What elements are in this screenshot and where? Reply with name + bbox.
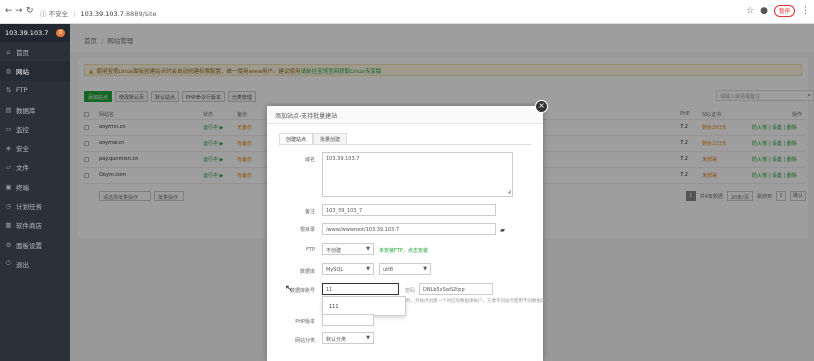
database-icon: ▤ (5, 105, 12, 114)
gear-icon: ⚙ (5, 240, 12, 249)
logout-icon: ⏻ (5, 259, 12, 268)
clock-icon: ◷ (5, 202, 12, 211)
server-header: 103.39.103.7 0 (0, 24, 70, 42)
root-dir-input[interactable]: /www/wwwroot/103.39.103.7 (322, 223, 496, 235)
sidebar-item-cron[interactable]: ◷ 计划任务 (0, 196, 70, 215)
close-icon[interactable]: × (535, 100, 548, 113)
sidebar-item-logout[interactable]: ⏻ 退出 (0, 254, 70, 273)
sidebar: 103.39.103.7 0 ⌂ 首页 ◍ 网站 ⇅ FTP ▤ 数据库 ▭ 监控 ◈ 安全… (0, 24, 70, 361)
browser-chrome: ← → ↻ ⓘ 不安全 | 103.39.103.7:8889/site ☆ ●… (0, 0, 814, 24)
resize-grip-icon[interactable]: ◢ (507, 189, 511, 195)
menu-icon[interactable]: ⋮ (801, 6, 810, 16)
sidebar-item-monitor[interactable]: ▭ 监控 (0, 119, 70, 138)
star-icon[interactable]: ☆ (746, 6, 754, 16)
url-host: 103.39.103.7 (80, 10, 124, 18)
folder-icon: ▱ (6, 163, 11, 172)
mouse-cursor-icon: ↖ (285, 284, 293, 294)
chevron-down-icon: ▼ (366, 246, 370, 252)
folder-open-icon[interactable]: ▰ (500, 226, 505, 234)
add-site-modal: 添加站点-支持批量建站 创建站点 批量创建 域名 103.39.103.7 ◢ … (267, 106, 550, 361)
sidebar-item-settings[interactable]: ⚙ 面板设置 (0, 235, 70, 254)
address-bar[interactable]: ⓘ 不安全 | 103.39.103.7:8889/site (40, 8, 157, 18)
db-pass-input[interactable]: DNLb5xSwS2tpp (419, 283, 493, 295)
reload-icon[interactable]: ↻ (26, 6, 34, 16)
domain-textarea[interactable]: 103.39.103.7 ◢ (322, 152, 513, 197)
domain-label: 域名 (304, 157, 315, 163)
category-label: 网站分类 (294, 338, 315, 344)
globe-icon: ◍ (5, 66, 12, 75)
ftp-label: FTP (306, 247, 315, 253)
db-label: 数据库 (299, 269, 315, 275)
chevron-down-icon: ▼ (423, 266, 427, 272)
sidebar-item-database[interactable]: ▤ 数据库 (0, 100, 70, 119)
shield-icon: ◈ (6, 144, 11, 153)
sidebar-item-security[interactable]: ◈ 安全 (0, 138, 70, 157)
db-user-input[interactable]: 11 (322, 283, 399, 295)
chevron-down-icon: ▼ (366, 266, 370, 272)
autocomplete-dropdown: 111 (322, 296, 406, 316)
chevron-down-icon: ▼ (366, 335, 370, 341)
account-icon[interactable]: ● (760, 6, 768, 16)
db-pass-label: 密码 (405, 288, 416, 294)
autocomplete-item[interactable]: 111 (329, 304, 339, 310)
db-type-select[interactable]: MySQL ▼ (322, 263, 374, 275)
category-select[interactable]: 默认分类 ▼ (322, 332, 374, 344)
sidebar-item-terminal[interactable]: ▣ 终端 (0, 177, 70, 196)
terminal-icon: ▣ (5, 182, 12, 191)
php-version-label: PHP版本 (295, 319, 315, 325)
forward-icon[interactable]: → (15, 6, 23, 16)
db-user-label: 数据库账号 (289, 288, 315, 294)
insecure-icon: ⓘ (40, 10, 47, 18)
ftp-install-link[interactable]: 未安装FTP，点击安装 (379, 247, 428, 254)
sidebar-item-home[interactable]: ⌂ 首页 (0, 42, 70, 61)
home-icon: ⌂ (6, 47, 11, 56)
remark-label: 备注 (304, 209, 315, 215)
db-charset-select[interactable]: utf8 ▼ (379, 263, 431, 275)
modal-title: 添加站点-支持批量建站 (267, 106, 543, 124)
sidebar-item-store[interactable]: ▦ 软件商店 (0, 216, 70, 235)
store-icon: ▦ (5, 221, 12, 230)
url-path: :8889/site (123, 10, 157, 18)
notification-badge[interactable]: 0 (55, 29, 65, 37)
sidebar-item-ftp[interactable]: ⇅ FTP (0, 81, 70, 100)
remark-input[interactable]: 103_39_103_7 (322, 204, 496, 216)
pause-button[interactable]: 暂停 (773, 5, 795, 17)
ftp-select[interactable]: 不创建 ▼ (322, 243, 374, 255)
monitor-icon: ▭ (5, 124, 12, 133)
root-label: 根目录 (299, 227, 315, 233)
server-ip: 103.39.103.7 (5, 29, 49, 37)
php-version-select[interactable] (322, 314, 374, 326)
back-icon[interactable]: ← (5, 6, 13, 16)
sidebar-item-website[interactable]: ◍ 网站 (0, 61, 70, 81)
security-label: 不安全 (48, 10, 69, 18)
sidebar-item-files[interactable]: ▱ 文件 (0, 158, 70, 177)
ftp-icon: ⇅ (5, 86, 12, 95)
